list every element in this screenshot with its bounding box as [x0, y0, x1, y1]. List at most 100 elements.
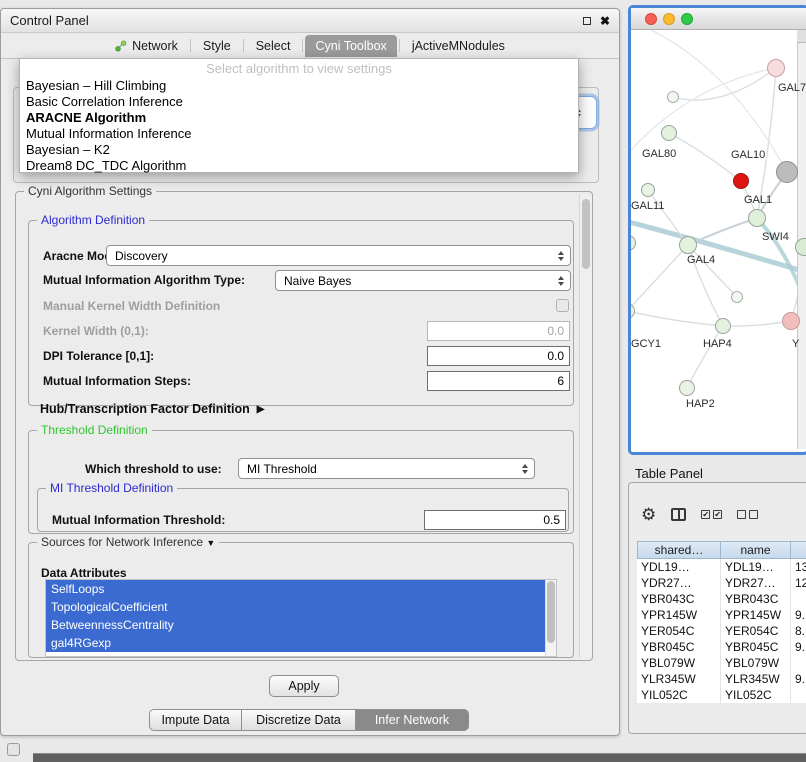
close-icon[interactable]: ✖ — [600, 15, 610, 27]
scrollbar-thumb[interactable] — [547, 581, 555, 643]
table-column-header[interactable]: name — [721, 541, 791, 559]
table-row[interactable]: YLR345WYLR345W9. — [637, 671, 806, 687]
algorithm-option-bayesian-hill-climbing[interactable]: Bayesian – Hill Climbing — [20, 78, 578, 94]
mi-type-value: Naive Bayes — [284, 274, 552, 288]
network-node[interactable] — [782, 312, 800, 330]
tab-label: Network — [132, 39, 178, 53]
table-toolbar: ⚙ ✔ ✔ — [641, 503, 758, 525]
float-window-icon[interactable] — [583, 17, 591, 25]
bottom-tab-infer-network[interactable]: Infer Network — [356, 709, 469, 731]
network-node[interactable] — [679, 380, 695, 396]
network-edge — [687, 326, 723, 388]
scrollbar-thumb[interactable] — [582, 199, 590, 269]
dpi-tolerance-label: DPI Tolerance [0,1]: — [43, 348, 154, 364]
table-row[interactable]: YPR145WYPR145W9. — [637, 607, 806, 623]
network-edge — [688, 218, 757, 245]
table-column-header[interactable]: shared… — [637, 541, 721, 559]
hub-definition-toggle[interactable]: Hub/Transcription Factor Definition ▶ — [40, 402, 264, 416]
algorithm-placeholder-option[interactable]: Select algorithm to view settings — [20, 59, 578, 78]
settings-scrollbar[interactable] — [579, 194, 592, 658]
zoom-traffic-light-icon[interactable] — [681, 13, 693, 25]
bottom-tab-impute-data[interactable]: Impute Data — [149, 709, 242, 731]
network-node[interactable] — [641, 183, 655, 197]
mi-threshold-label: Mutual Information Threshold: — [52, 512, 225, 528]
apply-button[interactable]: Apply — [269, 675, 339, 697]
manual-kernel-checkbox[interactable] — [556, 299, 569, 312]
bottom-panel-strip — [33, 753, 806, 762]
control-panel-titlebar[interactable]: Control Panel ✖ — [1, 9, 619, 33]
network-titlebar[interactable] — [631, 8, 806, 30]
network-node[interactable] — [795, 238, 806, 256]
attribute-item-gal4rgexp[interactable]: gal4RGexp — [46, 634, 556, 652]
table-cell: YBR043C — [637, 591, 721, 607]
tab-label: Cyni Toolbox — [315, 39, 386, 53]
tab-select[interactable]: Select — [246, 35, 301, 57]
network-node-label: GAL80 — [642, 148, 676, 160]
network-node[interactable] — [679, 236, 697, 254]
table-cell: YPR145W — [637, 607, 721, 623]
network-node-label: GCY1 — [631, 338, 661, 350]
network-node-label: HAP2 — [686, 398, 715, 410]
network-node[interactable] — [733, 173, 749, 189]
close-traffic-light-icon[interactable] — [645, 13, 657, 25]
network-edge — [631, 311, 723, 326]
algorithm-option-aracne-algorithm[interactable]: ARACNE Algorithm — [20, 110, 578, 126]
table-header-row: shared…name — [637, 541, 806, 559]
dpi-tolerance-field[interactable] — [427, 346, 570, 366]
algorithm-option-basic-correlation-inference[interactable]: Basic Correlation Inference — [20, 94, 578, 110]
unchecked-box-icon — [737, 510, 746, 519]
mi-type-combo[interactable]: Naive Bayes — [275, 270, 571, 291]
which-threshold-label: Which threshold to use: — [85, 461, 222, 477]
aracne-mode-combo[interactable]: Discovery — [106, 245, 571, 266]
tab-cyni-toolbox[interactable]: Cyni Toolbox — [305, 35, 396, 57]
bottom-tab-discretize-data[interactable]: Discretize Data — [242, 709, 356, 731]
attribute-item-topologicalcoefficient[interactable]: TopologicalCoefficient — [46, 598, 556, 616]
scrollbar-button[interactable] — [797, 30, 806, 43]
table-row[interactable]: YBR045CYBR045C9. — [637, 639, 806, 655]
network-node[interactable] — [776, 161, 798, 183]
algorithm-option-dream8-dc-tdc-algorithm[interactable]: Dream8 DC_TDC Algorithm — [20, 158, 578, 174]
algorithm-option-mutual-information-inference[interactable]: Mutual Information Inference — [20, 126, 578, 142]
network-node[interactable] — [767, 59, 785, 77]
network-node[interactable] — [748, 209, 766, 227]
table-row[interactable]: YDR27…YDR27…12 — [637, 575, 806, 591]
table-row[interactable]: YBR043CYBR043C — [637, 591, 806, 607]
data-attributes-list[interactable]: SelfLoopsTopologicalCoefficientBetweenne… — [45, 579, 557, 657]
network-node-label: SWI4 — [762, 231, 789, 243]
table-row[interactable]: YIL052CYIL052C — [637, 687, 806, 703]
algorithm-option-bayesian-k2[interactable]: Bayesian – K2 — [20, 142, 578, 158]
minimize-traffic-light-icon[interactable] — [663, 13, 675, 25]
columns-icon[interactable] — [671, 508, 686, 521]
mi-steps-label: Mutual Information Steps: — [43, 373, 191, 389]
gear-icon[interactable]: ⚙ — [641, 506, 656, 523]
network-node[interactable] — [715, 318, 731, 334]
network-canvas[interactable]: GAL7GAL80GAL10GAL11GAL1SWI4GAL4GCY1HAP4Y… — [631, 30, 806, 449]
network-node[interactable] — [667, 91, 679, 103]
select-all-icon[interactable]: ✔ ✔ — [701, 510, 722, 519]
mi-steps-field[interactable] — [427, 371, 570, 391]
network-node[interactable] — [731, 291, 743, 303]
mi-threshold-field[interactable] — [424, 510, 566, 530]
tab-jactivemnodules[interactable]: jActiveMNodules — [402, 35, 515, 57]
table-cell: YIL052C — [637, 687, 721, 703]
network-node[interactable] — [661, 125, 677, 141]
table-column-header[interactable] — [791, 541, 806, 559]
tab-style[interactable]: Style — [193, 35, 241, 57]
sources-group-title[interactable]: Sources for Network Inference ▼ — [37, 535, 219, 549]
hub-definition-label: Hub/Transcription Factor Definition — [40, 402, 250, 416]
table-row[interactable]: YER054CYER054C8. — [637, 623, 806, 639]
table-row[interactable]: YBL079WYBL079W — [637, 655, 806, 671]
attribute-item-selfloops[interactable]: SelfLoops — [46, 580, 556, 598]
deselect-all-icon[interactable] — [737, 510, 758, 519]
table-cell: YER054C — [637, 623, 721, 639]
tab-network[interactable]: Network — [105, 35, 188, 57]
threshold-definition-title: Threshold Definition — [37, 423, 152, 437]
attribute-list-scrollbar[interactable] — [545, 580, 556, 656]
attribute-item-betweennesscentrality[interactable]: BetweennessCentrality — [46, 616, 556, 634]
collapsed-panel-icon[interactable] — [7, 743, 20, 756]
table-cell: YBL079W — [637, 655, 721, 671]
which-threshold-combo[interactable]: MI Threshold — [238, 458, 535, 479]
table-row[interactable]: YDL19…YDL19…13 — [637, 559, 806, 575]
table-cell: YBR043C — [721, 591, 791, 607]
kernel-width-field[interactable] — [427, 321, 570, 341]
